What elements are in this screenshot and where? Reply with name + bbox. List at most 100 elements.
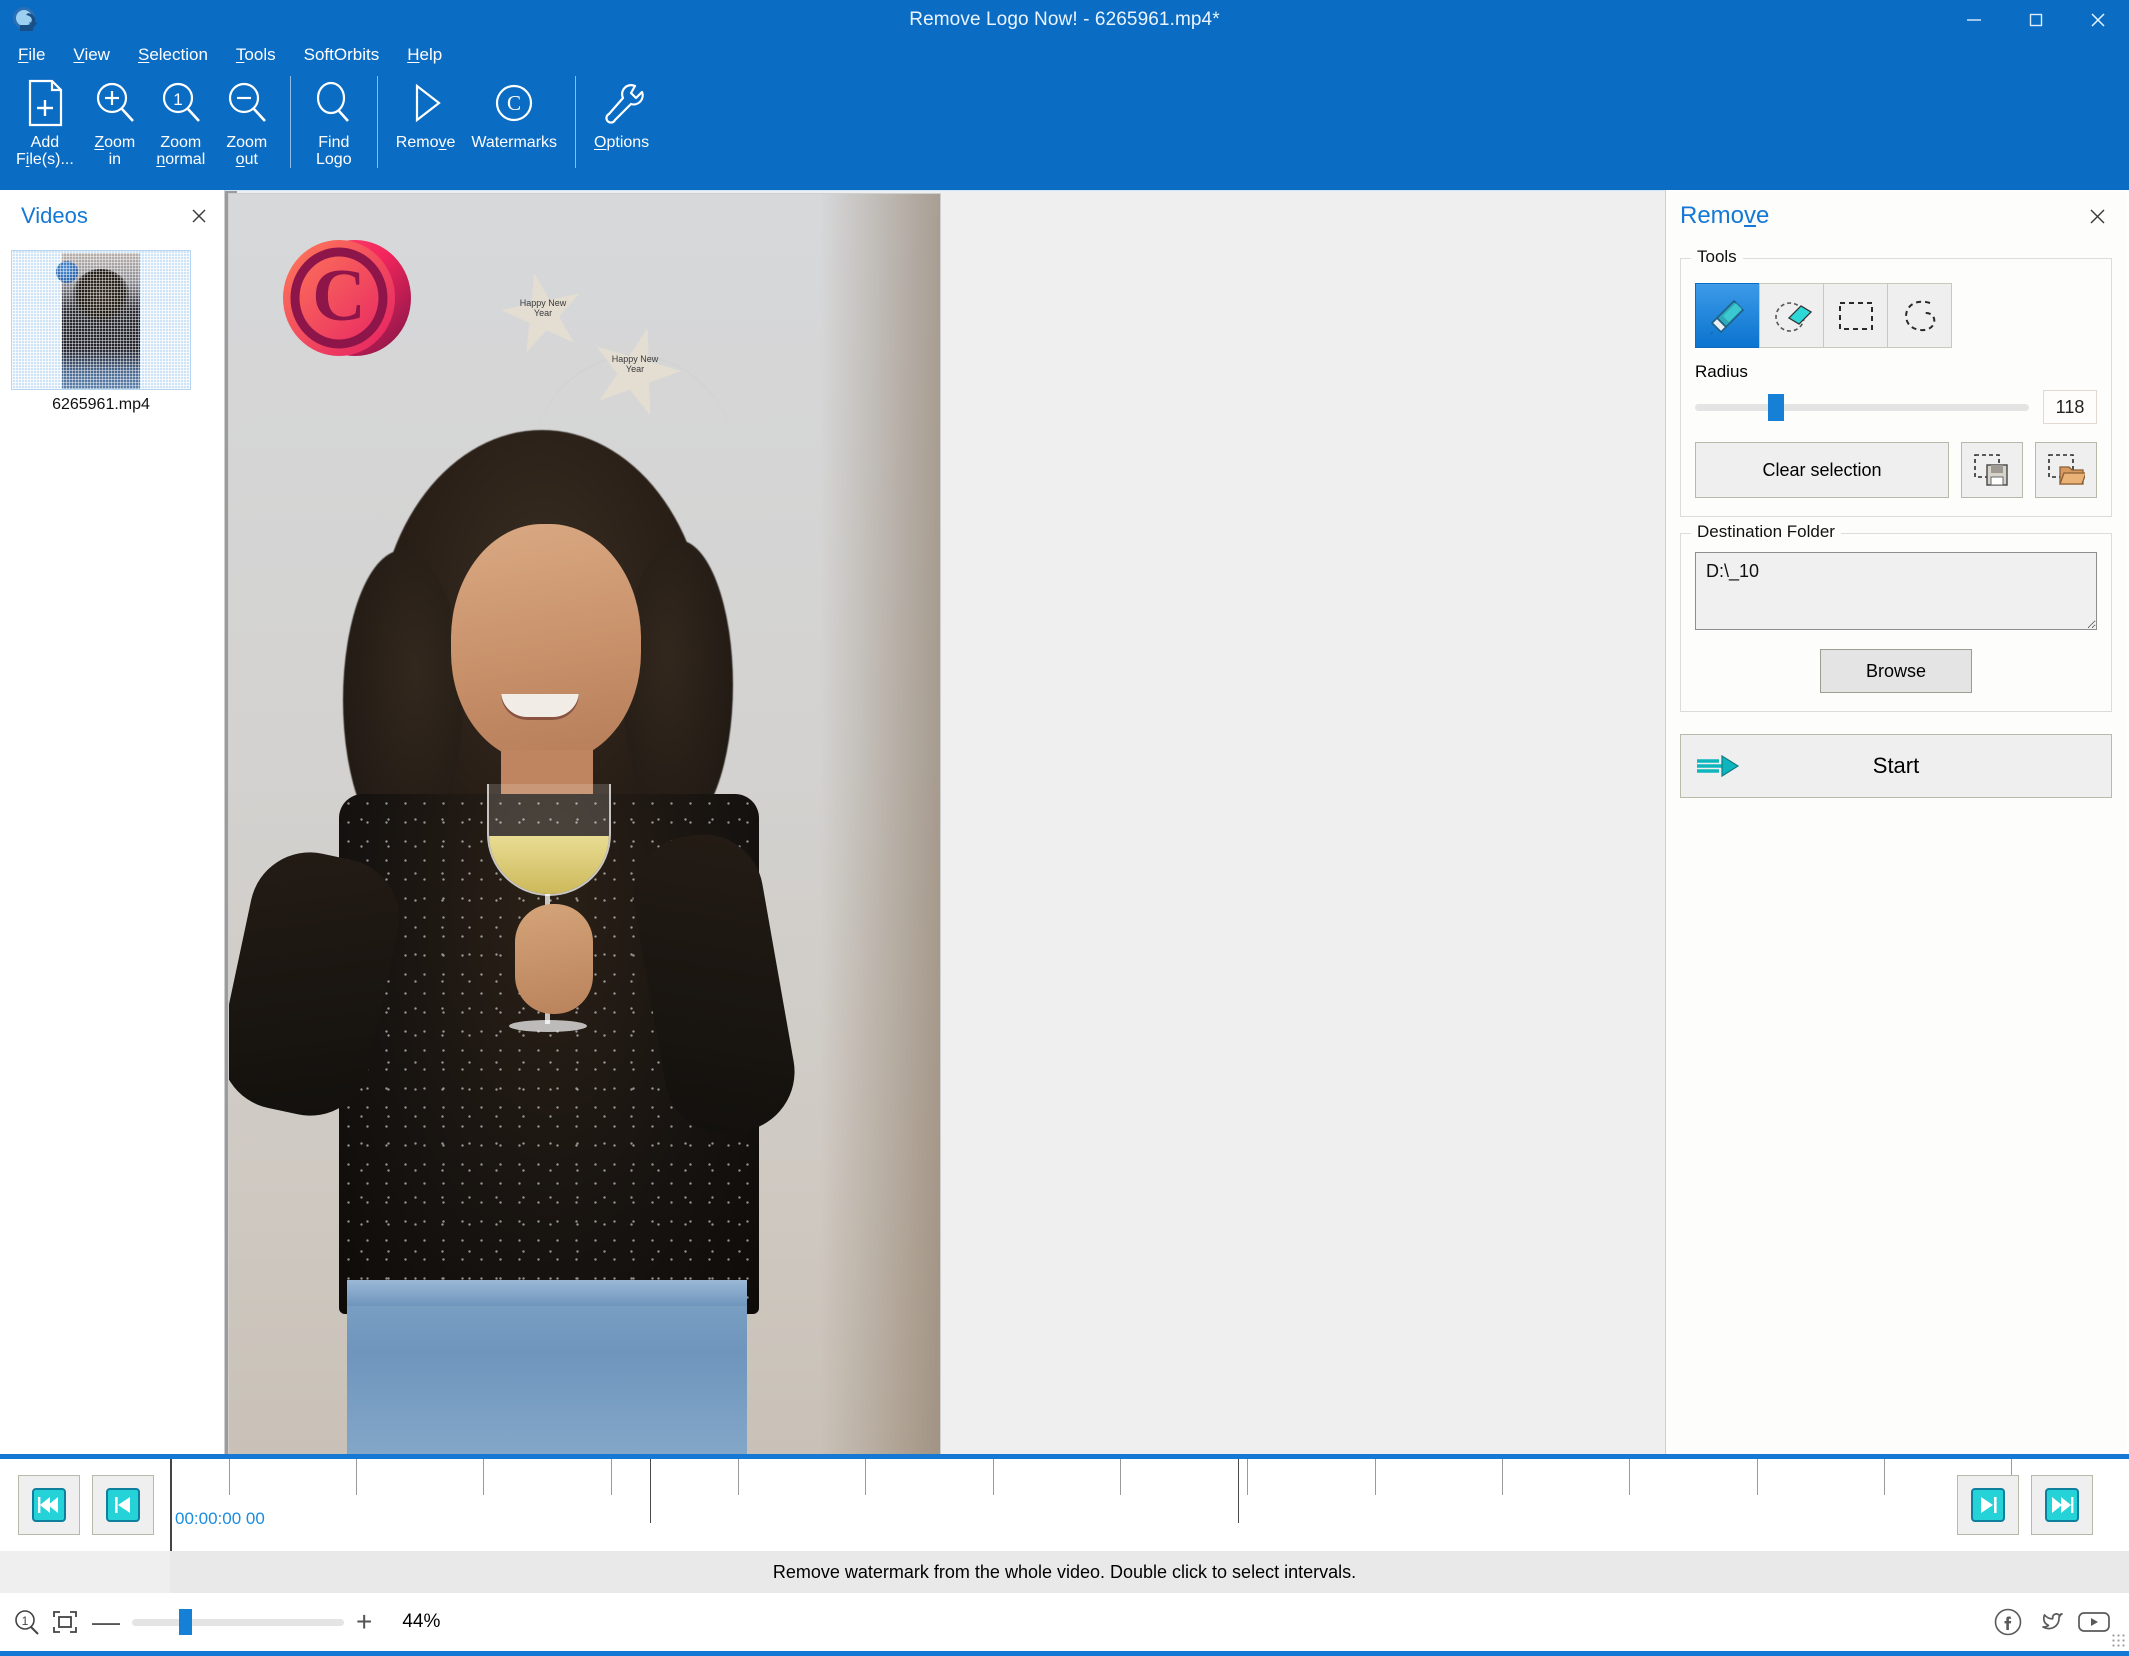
clear-selection-button[interactable]: Clear selection — [1695, 442, 1949, 498]
hand — [515, 904, 593, 1014]
tools-group-label: Tools — [1691, 247, 1743, 267]
title-bar: Remove Logo Now! - 6265961.mp4* — [0, 0, 2129, 40]
zoom-out-button-small[interactable]: — — [86, 1608, 126, 1636]
close-button[interactable] — [2067, 0, 2129, 40]
timeline-status-bar: Remove watermark from the whole video. D… — [0, 1551, 2129, 1593]
timeline-tick — [228, 1459, 230, 1495]
jeans — [347, 1280, 747, 1454]
videos-panel-close-icon[interactable] — [186, 203, 212, 229]
timeline-tick — [992, 1459, 994, 1495]
timeline-tick — [865, 1459, 867, 1495]
maximize-button[interactable] — [2005, 0, 2067, 40]
rewind-button[interactable] — [18, 1475, 80, 1535]
tool-buttons-row — [1695, 283, 2097, 348]
timeline-playhead[interactable] — [170, 1459, 172, 1551]
canvas-area[interactable]: Happy New Year Happy New Year C — [225, 190, 1665, 1455]
ribbon-separator-2 — [376, 76, 378, 168]
zoom-fit-icon[interactable] — [48, 1605, 82, 1639]
zoom-normal-icon: 1 — [156, 74, 206, 132]
watermarks-button[interactable]: C Watermarks — [463, 70, 565, 184]
load-selection-button[interactable] — [2035, 442, 2097, 498]
window-controls — [1943, 0, 2129, 40]
zoom-in-label: Zoom in — [94, 134, 136, 168]
videos-panel-title: Videos — [21, 203, 88, 228]
zoom-out-button[interactable]: Zoom out — [214, 70, 280, 184]
radius-value[interactable]: 118 — [2043, 390, 2097, 424]
eraser-tool-button[interactable] — [1759, 283, 1824, 348]
star-text-2: Happy New Year — [611, 354, 659, 374]
radius-slider-thumb[interactable] — [1768, 394, 1785, 421]
lasso-select-tool-button[interactable] — [1887, 283, 1952, 348]
zoom-slider[interactable] — [132, 1607, 344, 1637]
browse-button[interactable]: Browse — [1820, 649, 1972, 693]
save-selection-button[interactable] — [1961, 442, 2023, 498]
marker-tool-button[interactable] — [1695, 283, 1760, 348]
timeline-ruler[interactable] — [170, 1459, 2129, 1551]
zoom-normal-button[interactable]: 1 Zoom normal — [148, 70, 214, 184]
add-files-button[interactable]: Add File(s)... — [8, 70, 82, 184]
remove-button[interactable]: Remove — [388, 70, 464, 184]
remove-label: Remove — [395, 134, 456, 151]
timeline-tick — [1120, 1459, 1122, 1495]
zoom-out-label: Zoom out — [226, 134, 268, 168]
list-item[interactable]: 6265961.mp4 — [11, 250, 191, 414]
start-button[interactable]: Start — [1680, 734, 2112, 798]
glass-foot — [509, 1020, 587, 1032]
timeline-current-time: 00:00:00 00 — [175, 1509, 265, 1528]
video-thumbnail[interactable] — [11, 250, 191, 390]
timeline-tick — [1629, 1459, 1631, 1495]
browse-row: Browse — [1695, 649, 2097, 693]
destination-path-input[interactable] — [1695, 552, 2097, 630]
menu-item-file[interactable]: File — [18, 45, 45, 65]
zoom-in-button-small[interactable]: + — [350, 1608, 378, 1636]
menu-item-softorbits[interactable]: SoftOrbits — [304, 45, 380, 65]
minimize-button[interactable] — [1943, 0, 2005, 40]
remove-panel-header: Remove — [1666, 190, 2126, 242]
destination-folder-label: Destination Folder — [1691, 522, 1841, 542]
watermark-logo[interactable]: C — [259, 234, 439, 362]
resize-grip[interactable] — [2111, 1633, 2125, 1647]
facebook-icon[interactable] — [1993, 1607, 2023, 1637]
remove-panel-close-icon[interactable] — [2084, 203, 2110, 229]
rectangle-select-icon — [1836, 299, 1876, 333]
timeline-major-tick — [1237, 1459, 1239, 1523]
add-files-label: Add File(s)... — [16, 134, 74, 168]
timeline-tick — [1756, 1459, 1758, 1495]
window-title: Remove Logo Now! - 6265961.mp4* — [909, 9, 1220, 30]
radius-slider[interactable] — [1695, 392, 2029, 422]
twitter-icon[interactable] — [2035, 1607, 2065, 1637]
find-logo-button[interactable]: Find Logo — [301, 70, 367, 184]
zoom-in-button[interactable]: Zoom in — [82, 70, 148, 184]
options-button[interactable]: Options — [586, 70, 657, 184]
fast-forward-button[interactable] — [2031, 1475, 2093, 1535]
menu-item-tools[interactable]: Tools — [236, 45, 276, 65]
find-logo-icon — [309, 74, 359, 132]
timeline-status-gutter — [0, 1551, 170, 1593]
rectangle-select-tool-button[interactable] — [1823, 283, 1888, 348]
youtube-icon[interactable] — [2077, 1609, 2111, 1635]
ribbon-separator — [289, 76, 291, 168]
zoom-slider-thumb[interactable] — [178, 1609, 192, 1635]
eraser-icon — [1772, 296, 1812, 336]
video-frame-image: Happy New Year Happy New Year C — [229, 194, 940, 1454]
menu-item-selection[interactable]: Selection — [138, 45, 208, 65]
svg-text:1: 1 — [22, 1614, 29, 1628]
video-list: 6265961.mp4 — [11, 250, 191, 414]
menu-item-help[interactable]: Help — [407, 45, 442, 65]
menu-item-view[interactable]: View — [73, 45, 110, 65]
zoom-actual-size-icon[interactable]: 1 — [10, 1605, 44, 1639]
radius-row: 118 — [1695, 390, 2097, 424]
next-frame-button[interactable] — [1957, 1475, 2019, 1535]
timeline-tick — [1884, 1459, 1886, 1495]
menu-bar: File View Selection Tools SoftOrbits Hel… — [0, 40, 2129, 70]
svg-text:1: 1 — [173, 90, 182, 109]
prev-frame-button[interactable] — [92, 1475, 154, 1535]
wall-shadow — [820, 194, 940, 1454]
timeline-tick — [1502, 1459, 1504, 1495]
videos-panel-header: Videos — [3, 190, 224, 242]
radius-slider-track — [1695, 404, 2029, 411]
copyright-icon: C — [489, 74, 539, 132]
zoom-normal-label: Zoom normal — [156, 134, 206, 168]
timeline-controls-row: 00:00:00 00 — [0, 1459, 2129, 1551]
video-preview[interactable]: Happy New Year Happy New Year C — [228, 193, 941, 1455]
